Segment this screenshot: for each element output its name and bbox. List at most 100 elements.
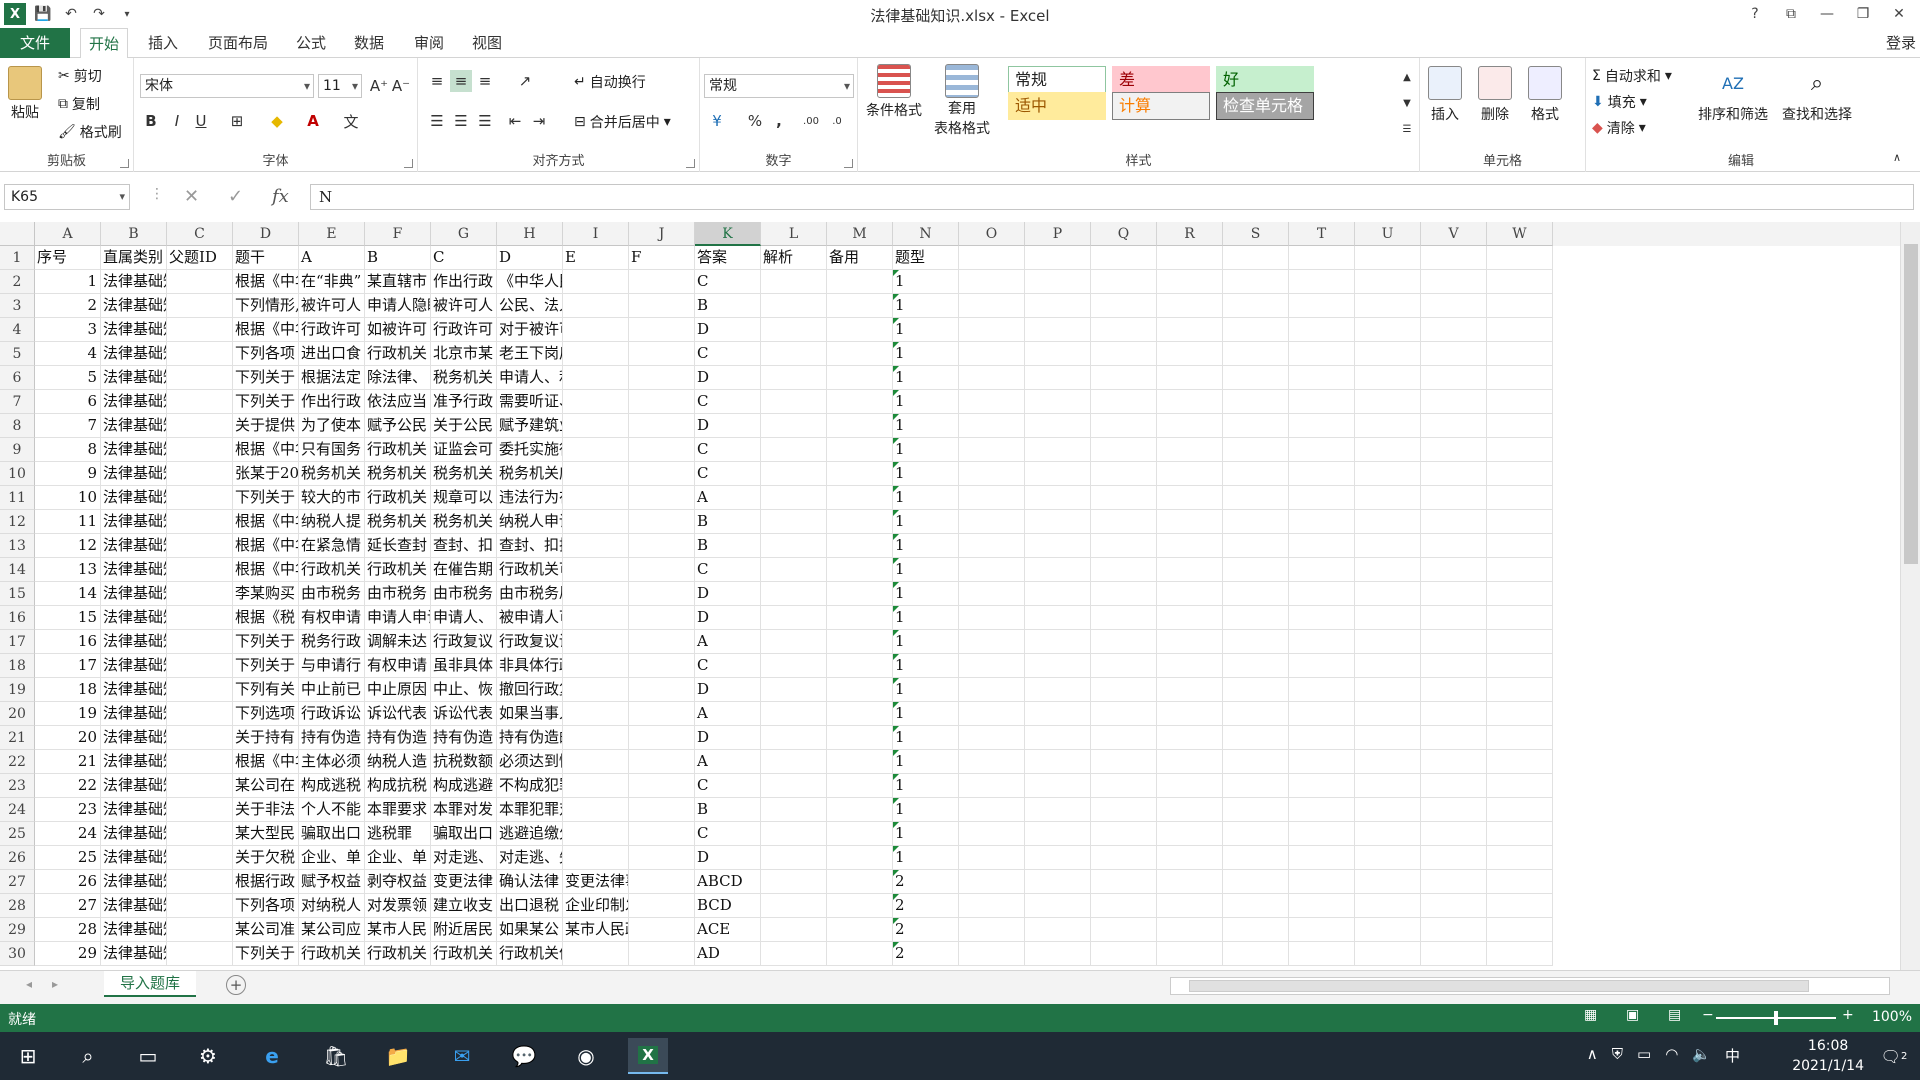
cell[interactable] [1091, 870, 1157, 894]
cell[interactable] [1289, 750, 1355, 774]
cell[interactable]: 3 [35, 318, 101, 342]
cell[interactable] [629, 918, 695, 942]
cell[interactable] [1289, 606, 1355, 630]
cell[interactable] [1223, 846, 1289, 870]
cell[interactable] [629, 438, 695, 462]
cell[interactable] [1421, 246, 1487, 270]
cell[interactable] [1025, 774, 1091, 798]
cell[interactable]: E [563, 246, 629, 270]
cell[interactable] [827, 342, 893, 366]
minimize-icon[interactable]: — [1812, 2, 1842, 26]
column-header-i[interactable]: I [563, 222, 629, 246]
cell[interactable] [1223, 270, 1289, 294]
cell[interactable] [1091, 846, 1157, 870]
cell[interactable]: 下列关于 [233, 366, 299, 390]
cell[interactable]: 赋予公民 [365, 414, 431, 438]
cell[interactable] [761, 606, 827, 630]
cell[interactable]: 8 [35, 438, 101, 462]
cell[interactable] [1025, 870, 1091, 894]
cell[interactable]: 下列关于 [233, 654, 299, 678]
cell[interactable]: 行政机关 [365, 558, 431, 582]
cell[interactable] [167, 318, 233, 342]
cell[interactable] [1355, 870, 1421, 894]
cell[interactable] [761, 678, 827, 702]
spreadsheet-grid[interactable]: ABCDEFGHIJKLMNOPQRSTUVW 1 序号 直属类别 父题ID 题干 A B C… [0, 222, 1900, 970]
cell[interactable] [1487, 318, 1553, 342]
cell[interactable] [1091, 606, 1157, 630]
cell[interactable]: 根据行政 [233, 870, 299, 894]
cell[interactable] [563, 270, 629, 294]
windows-start-icon[interactable]: ⊞ [8, 1038, 48, 1074]
cell[interactable] [827, 510, 893, 534]
number-format-select[interactable]: 常规 [704, 74, 854, 98]
cell[interactable]: 进出口食 [299, 342, 365, 366]
cell[interactable]: 企业、单 [365, 846, 431, 870]
cell[interactable]: 骗取出口 [431, 822, 497, 846]
cell[interactable] [629, 942, 695, 966]
cell[interactable] [1157, 774, 1223, 798]
row-header[interactable]: 2 [0, 270, 35, 294]
cell[interactable]: 建立收支 [431, 894, 497, 918]
file-explorer-icon[interactable]: 📁 [378, 1038, 418, 1074]
cell[interactable]: 根据《中华 [233, 510, 299, 534]
excel-taskbar-icon[interactable]: X [628, 1038, 668, 1074]
cell[interactable]: 变更法律 [431, 870, 497, 894]
cell[interactable]: A [299, 246, 365, 270]
align-middle-icon[interactable]: ≡ [450, 70, 472, 92]
cell[interactable] [827, 486, 893, 510]
copy-button[interactable]: ⧉ 复制 [58, 94, 100, 114]
cell[interactable] [1355, 270, 1421, 294]
cell[interactable] [959, 414, 1025, 438]
cell[interactable]: 由市税务 [431, 582, 497, 606]
cell[interactable] [827, 582, 893, 606]
cell[interactable]: 16 [35, 630, 101, 654]
cell[interactable]: ABCD [695, 870, 761, 894]
cell[interactable] [1289, 438, 1355, 462]
cell[interactable]: 税务机关应当将张某进行行政 [497, 462, 563, 486]
cell[interactable] [1289, 654, 1355, 678]
cell-style-swatch[interactable]: 适中 [1008, 92, 1106, 120]
cell[interactable] [1223, 534, 1289, 558]
cell[interactable] [629, 822, 695, 846]
cell[interactable]: 1 [893, 294, 959, 318]
gallery-up-icon[interactable]: ▲ [1396, 66, 1418, 88]
cell[interactable] [1157, 438, 1223, 462]
cell[interactable] [1421, 774, 1487, 798]
column-header-v[interactable]: V [1421, 222, 1487, 246]
cell[interactable] [1487, 486, 1553, 510]
cell[interactable] [1025, 390, 1091, 414]
cell[interactable] [563, 390, 629, 414]
cell[interactable] [1487, 870, 1553, 894]
cell[interactable] [563, 486, 629, 510]
border-icon[interactable]: ⊞ [226, 110, 248, 132]
cell[interactable]: 5 [35, 366, 101, 390]
cell[interactable] [563, 750, 629, 774]
cell[interactable] [1025, 798, 1091, 822]
cell[interactable] [1157, 726, 1223, 750]
cell[interactable]: 9 [35, 462, 101, 486]
cell[interactable] [563, 318, 629, 342]
column-header-m[interactable]: M [827, 222, 893, 246]
cell[interactable]: 2 [893, 918, 959, 942]
cell[interactable] [1223, 870, 1289, 894]
cell[interactable] [959, 678, 1025, 702]
row-header[interactable]: 11 [0, 486, 35, 510]
cell[interactable]: 行政机关 [299, 942, 365, 966]
cell[interactable]: D [695, 414, 761, 438]
cell[interactable]: 为了使本 [299, 414, 365, 438]
search-icon[interactable]: ⌕ [68, 1038, 108, 1074]
cell[interactable] [1487, 822, 1553, 846]
cell[interactable]: 1 [893, 342, 959, 366]
cell[interactable] [1421, 366, 1487, 390]
cell[interactable] [827, 894, 893, 918]
cell[interactable] [1355, 822, 1421, 846]
cell[interactable] [1289, 942, 1355, 966]
cell[interactable]: 赋予建筑业企业资质证书的, [497, 414, 563, 438]
cell[interactable]: 法律基础知识 [101, 678, 167, 702]
cell[interactable] [1157, 894, 1223, 918]
cell[interactable]: 法律基础知识 [101, 798, 167, 822]
login-link[interactable]: 登录 [1886, 32, 1916, 53]
cell[interactable]: 依法应当 [365, 390, 431, 414]
cell[interactable]: 变更法律事实 [563, 870, 629, 894]
column-header-e[interactable]: E [299, 222, 365, 246]
